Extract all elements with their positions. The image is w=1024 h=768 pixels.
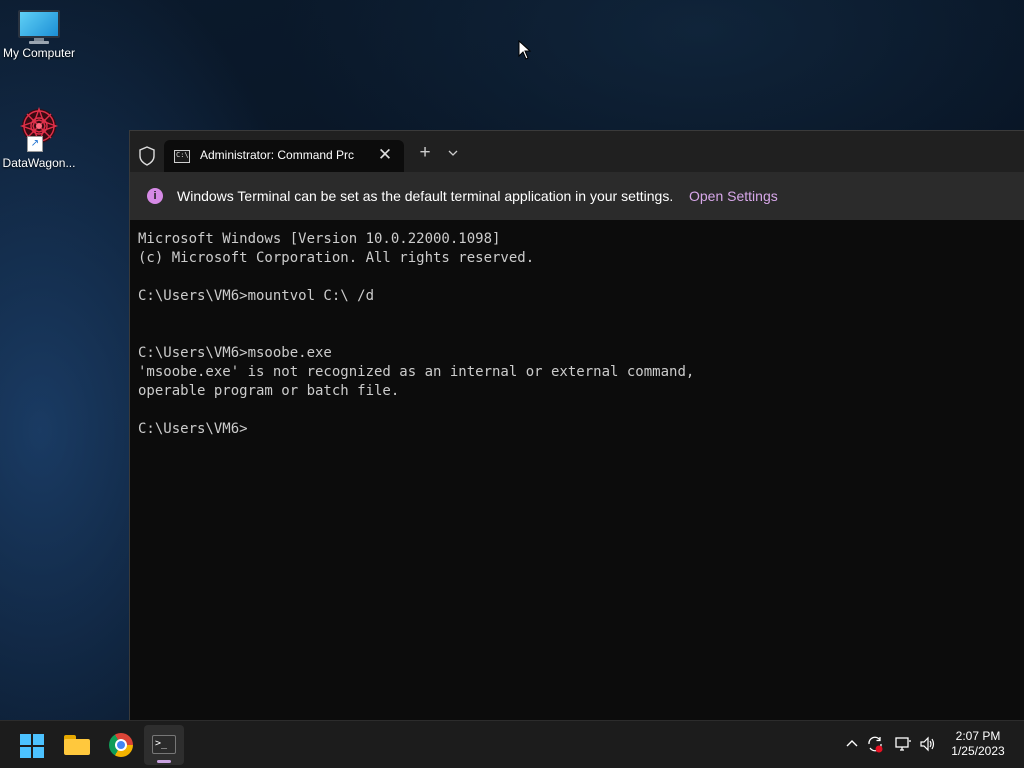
terminal-icon: >_ xyxy=(152,735,176,754)
tab-command-prompt[interactable]: C:\ Administrator: Command Prc ✕ xyxy=(164,140,404,172)
desktop-icon-label: DataWagon... xyxy=(2,156,76,170)
info-message: Windows Terminal can be set as the defau… xyxy=(177,188,674,204)
datawagon-icon: ↗ xyxy=(15,104,63,152)
clock[interactable]: 2:07 PM 1/25/2023 xyxy=(944,729,1012,759)
terminal-window: C:\ Administrator: Command Prc ✕ + i Win… xyxy=(129,130,1024,720)
monitor-icon xyxy=(18,10,60,44)
console-prompt: C:\Users\VM6> xyxy=(138,421,248,437)
info-bar: i Windows Terminal can be set as the def… xyxy=(130,172,1024,220)
console-line: (c) Microsoft Corporation. All rights re… xyxy=(138,250,535,266)
taskbar: >_ 2:07 PM 1/25/2023 xyxy=(0,720,1024,768)
file-explorer-button[interactable] xyxy=(56,725,96,765)
desktop-icon-label: My Computer xyxy=(2,46,76,60)
shortcut-arrow-icon: ↗ xyxy=(27,136,43,152)
chevron-up-icon[interactable] xyxy=(843,735,861,753)
title-bar: C:\ Administrator: Command Prc ✕ + xyxy=(130,131,1024,172)
tab-close-icon[interactable]: ✕ xyxy=(376,146,394,164)
console-line: C:\Users\VM6>msoobe.exe xyxy=(138,345,332,361)
chevron-down-icon[interactable] xyxy=(446,145,460,161)
open-settings-link[interactable]: Open Settings xyxy=(689,188,778,204)
start-button[interactable] xyxy=(12,725,52,765)
tab-title: Administrator: Command Prc xyxy=(200,148,355,162)
sync-error-icon[interactable] xyxy=(866,735,884,753)
chrome-icon xyxy=(109,733,133,757)
terminal-taskbar-button[interactable]: >_ xyxy=(144,725,184,765)
console-line: 'msoobe.exe' is not recognized as an int… xyxy=(138,364,695,380)
folder-icon xyxy=(64,735,90,755)
windows-logo-icon xyxy=(20,734,44,758)
new-tab-button[interactable]: + xyxy=(416,143,434,163)
clock-time: 2:07 PM xyxy=(955,729,1001,743)
cmd-icon: C:\ xyxy=(174,150,190,163)
desktop-icon-my-computer[interactable]: My Computer xyxy=(0,10,78,60)
mouse-cursor-icon xyxy=(518,40,532,60)
info-icon: i xyxy=(147,188,163,204)
chrome-button[interactable] xyxy=(100,725,140,765)
active-indicator xyxy=(157,760,171,763)
console-line: operable program or batch file. xyxy=(138,383,400,399)
console-line: C:\Users\VM6>mountvol C:\ /d xyxy=(138,288,375,304)
volume-icon[interactable] xyxy=(919,735,937,753)
shield-icon xyxy=(139,146,155,166)
network-icon[interactable] xyxy=(894,735,912,753)
console-line: Microsoft Windows [Version 10.0.22000.10… xyxy=(138,231,501,247)
desktop-icon-datawagon[interactable]: ↗ DataWagon... xyxy=(0,104,78,170)
clock-date: 1/25/2023 xyxy=(951,744,1005,758)
console-output[interactable]: Microsoft Windows [Version 10.0.22000.10… xyxy=(138,230,1016,720)
